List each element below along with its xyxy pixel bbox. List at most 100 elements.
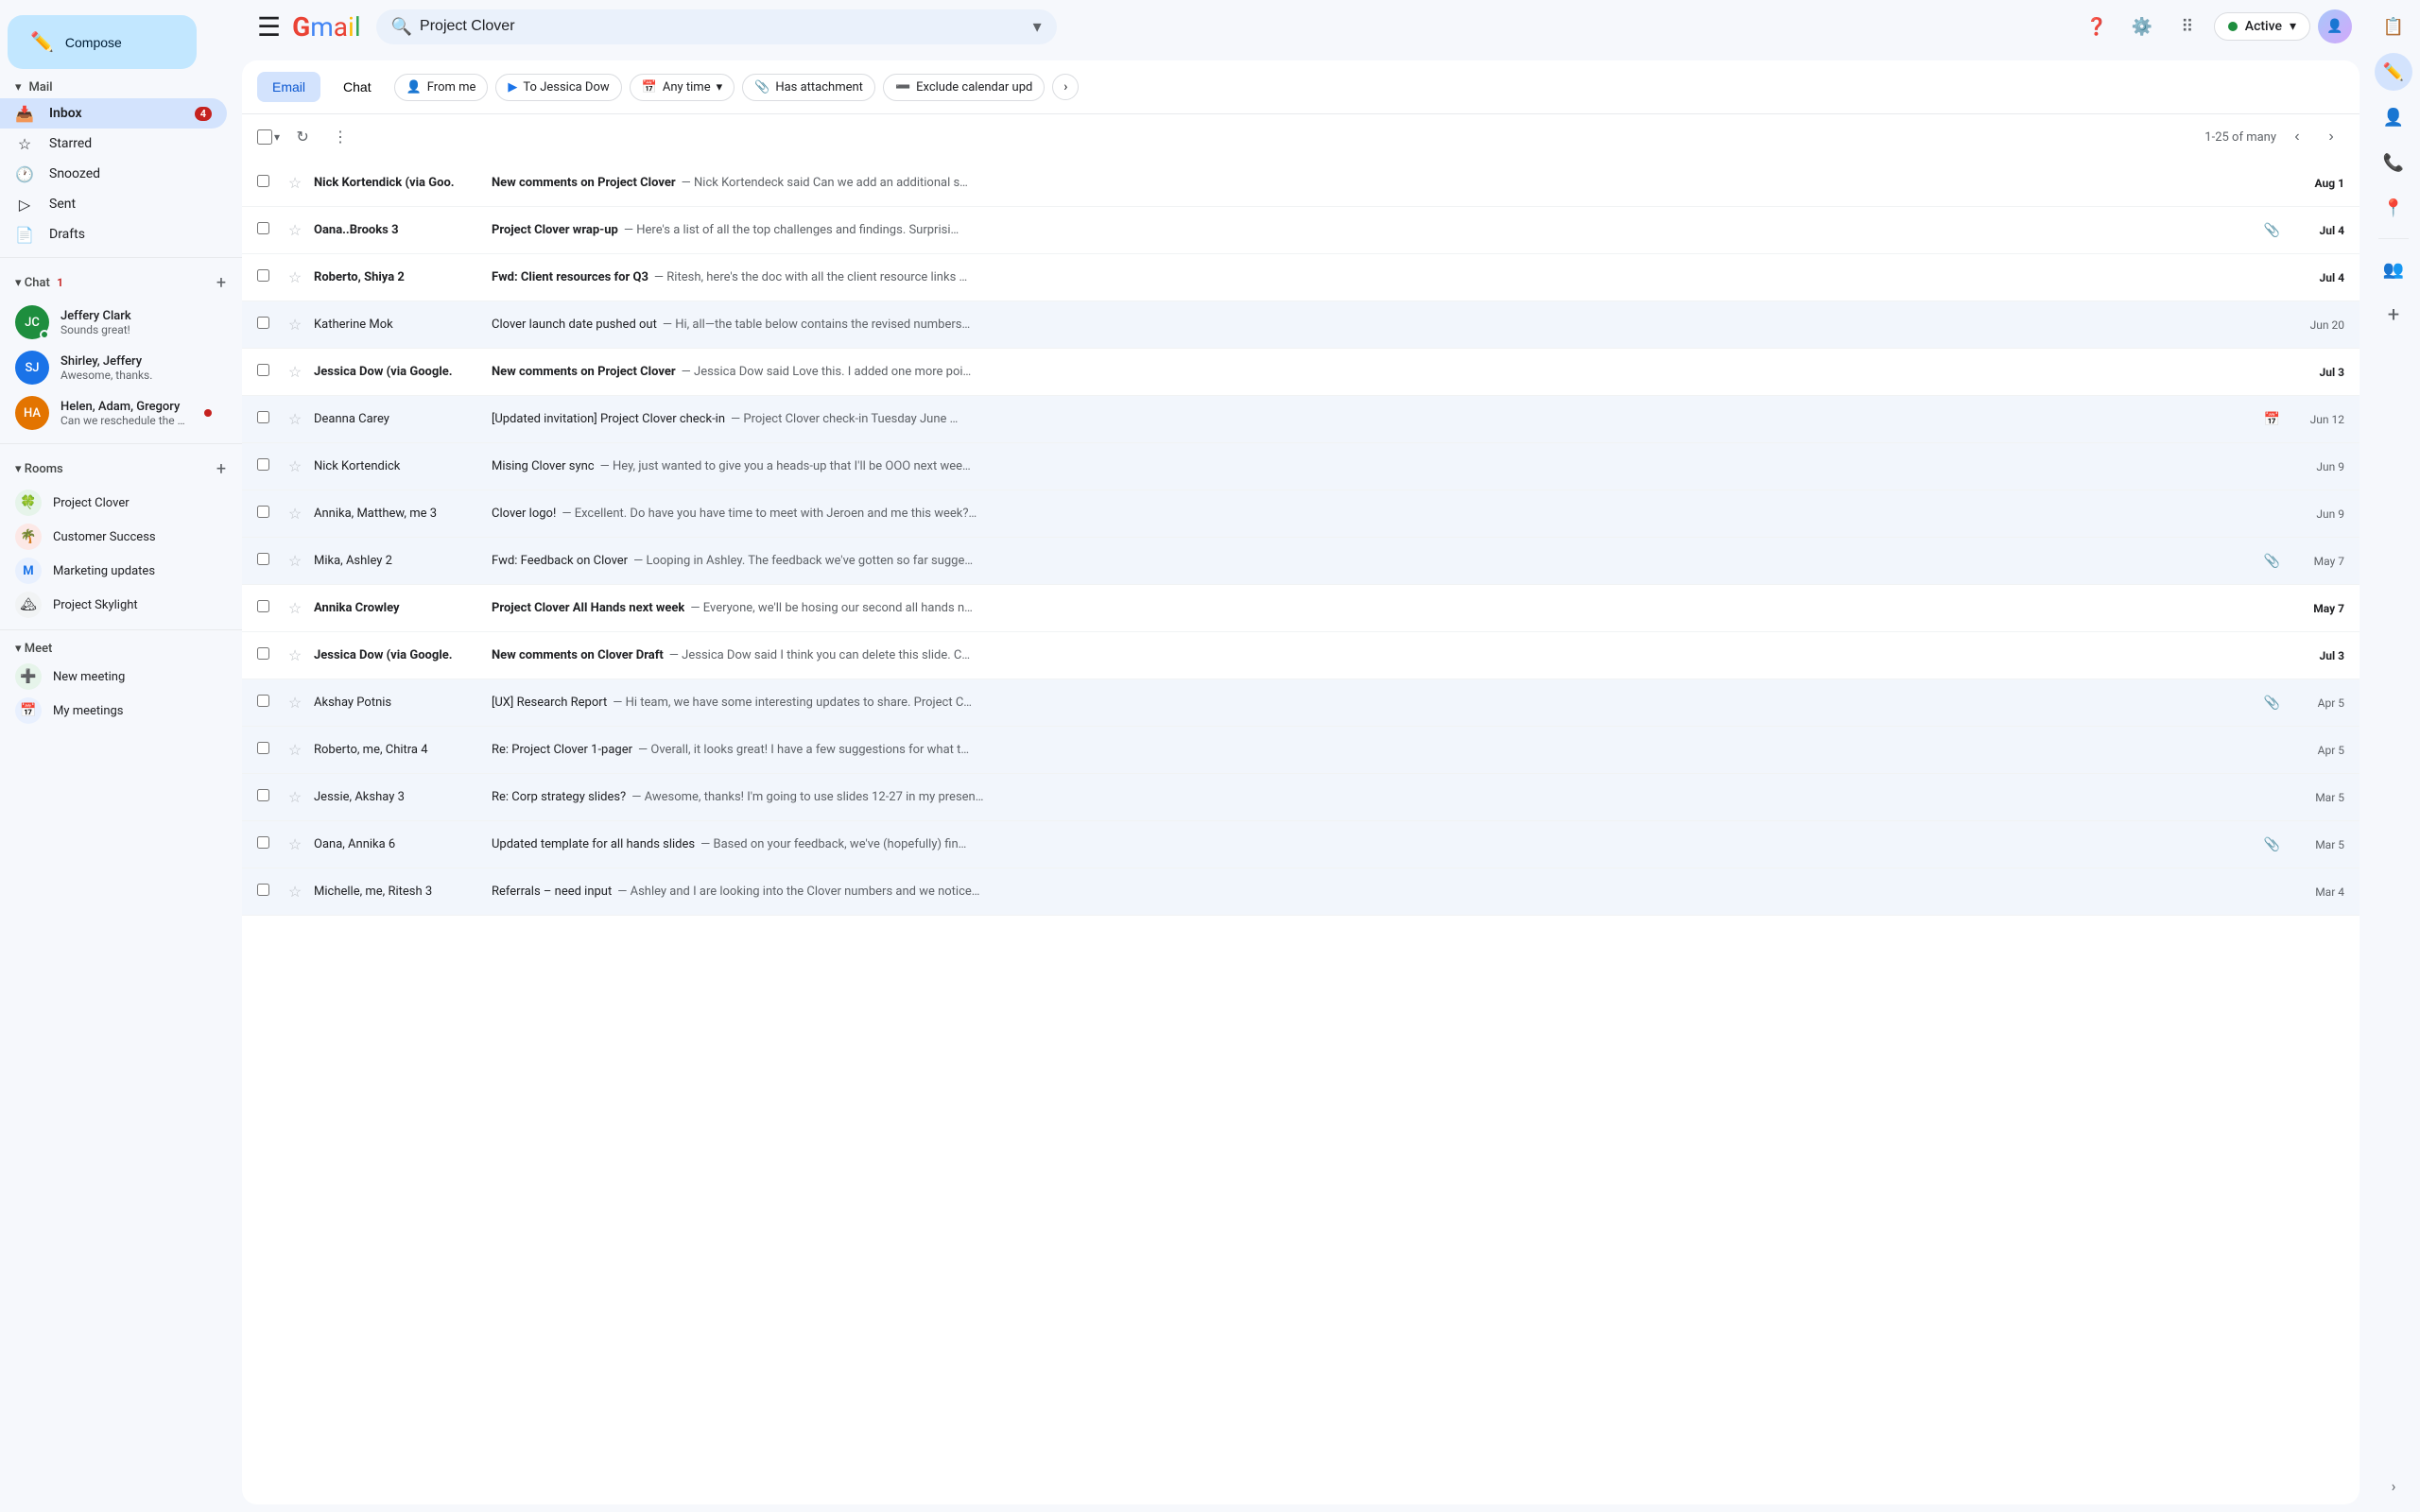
sidebar-item-my-meetings[interactable]: 📅 My meetings <box>0 694 227 728</box>
star-button-14[interactable]: ☆ <box>284 786 306 809</box>
row-checkbox-3[interactable] <box>257 269 276 285</box>
star-button-11[interactable]: ☆ <box>284 644 306 667</box>
chip-has-attachment[interactable]: 📎 Has attachment <box>742 74 875 101</box>
select-all-checkbox[interactable] <box>257 129 272 145</box>
email-row[interactable]: ☆ Jessica Dow (via Google. New comments … <box>242 632 2360 679</box>
chat-section-header[interactable]: ▾ Chat 1 + <box>0 266 242 300</box>
email-row[interactable]: ☆ Michelle, me, Ritesh 3 Referrals – nee… <box>242 868 2360 916</box>
meet-section-header[interactable]: ▾ Meet <box>0 638 242 660</box>
star-button-15[interactable]: ☆ <box>284 833 306 856</box>
email-row[interactable]: ☆ Annika, Matthew, me 3 Clover logo! — E… <box>242 490 2360 538</box>
row-checkbox-9[interactable] <box>257 553 276 569</box>
more-filters-button[interactable]: › <box>1052 74 1079 100</box>
settings-button[interactable]: ⚙️ <box>2123 8 2161 45</box>
chat-item-shirley[interactable]: SJ Shirley, Jeffery Awesome, thanks. <box>0 345 227 390</box>
search-dropdown-icon[interactable]: ▾ <box>1033 17 1042 37</box>
email-row[interactable]: ☆ Roberto, me, Chitra 4 Re: Project Clov… <box>242 727 2360 774</box>
select-all-wrapper[interactable]: ▾ <box>257 129 280 145</box>
row-checkbox-11[interactable] <box>257 647 276 663</box>
star-button-7[interactable]: ☆ <box>284 455 306 478</box>
search-bar[interactable]: 🔍 ▾ <box>376 9 1057 44</box>
email-row[interactable]: ☆ Nick Kortendick Mising Clover sync — H… <box>242 443 2360 490</box>
star-button-10[interactable]: ☆ <box>284 597 306 620</box>
row-checkbox-15[interactable] <box>257 836 276 852</box>
room-item-clover[interactable]: 🍀 Project Clover <box>0 486 227 520</box>
search-input[interactable] <box>420 18 1026 35</box>
next-page-button[interactable]: › <box>2318 124 2344 150</box>
add-room-button[interactable]: + <box>208 455 234 482</box>
help-button[interactable]: ❓ <box>2078 8 2116 45</box>
rooms-section-header[interactable]: ▾ Rooms + <box>0 452 242 486</box>
sidebar-item-inbox[interactable]: 📥 Inbox 4 <box>0 98 227 129</box>
right-icon-maps[interactable]: 📍 <box>2375 189 2412 227</box>
row-checkbox-7[interactable] <box>257 458 276 474</box>
star-button-6[interactable]: ☆ <box>284 408 306 431</box>
chip-from-me[interactable]: 👤 From me <box>394 74 489 101</box>
tab-chat[interactable]: Chat <box>328 72 387 102</box>
row-checkbox-1[interactable] <box>257 175 276 191</box>
email-row[interactable]: ☆ Mika, Ashley 2 Fwd: Feedback on Clover… <box>242 538 2360 585</box>
hamburger-icon[interactable]: ☰ <box>257 11 281 43</box>
email-row[interactable]: ☆ Deanna Carey [Updated invitation] Proj… <box>242 396 2360 443</box>
tab-email[interactable]: Email <box>257 72 320 102</box>
email-row[interactable]: ☆ Katherine Mok Clover launch date pushe… <box>242 301 2360 349</box>
email-row[interactable]: ☆ Nick Kortendick (via Goo. New comments… <box>242 160 2360 207</box>
email-row[interactable]: ☆ Annika Crowley Project Clover All Hand… <box>242 585 2360 632</box>
right-panel-expand[interactable]: › <box>2375 1467 2412 1504</box>
star-button-9[interactable]: ☆ <box>284 550 306 573</box>
chip-exclude-calendar[interactable]: ➖ Exclude calendar upd <box>883 74 1045 101</box>
star-button-5[interactable]: ☆ <box>284 361 306 384</box>
room-item-success[interactable]: 🌴 Customer Success <box>0 520 227 554</box>
right-icon-calendar[interactable]: ✏️ <box>2375 53 2412 91</box>
star-button-12[interactable]: ☆ <box>284 692 306 714</box>
compose-button[interactable]: ✏️ Compose <box>8 15 197 69</box>
row-checkbox-12[interactable] <box>257 695 276 711</box>
email-row[interactable]: ☆ Oana..Brooks 3 Project Clover wrap-up … <box>242 207 2360 254</box>
star-button-8[interactable]: ☆ <box>284 503 306 525</box>
sidebar-item-sent[interactable]: ▷ Sent <box>0 189 227 219</box>
right-icon-contacts[interactable]: 👤 <box>2375 98 2412 136</box>
sidebar-item-new-meeting[interactable]: ➕ New meeting <box>0 660 227 694</box>
email-row[interactable]: ☆ Oana, Annika 6 Updated template for al… <box>242 821 2360 868</box>
star-button-16[interactable]: ☆ <box>284 881 306 903</box>
email-row[interactable]: ☆ Akshay Potnis [UX] Research Report — H… <box>242 679 2360 727</box>
sidebar-item-snoozed[interactable]: 🕐 Snoozed <box>0 159 227 189</box>
chip-any-time[interactable]: 📅 Any time ▾ <box>630 74 735 101</box>
profile-picture[interactable]: 👤 <box>2318 9 2352 43</box>
row-checkbox-10[interactable] <box>257 600 276 616</box>
email-row[interactable]: ☆ Jessie, Akshay 3 Re: Corp strategy sli… <box>242 774 2360 821</box>
sidebar-item-drafts[interactable]: 📄 Drafts <box>0 219 227 249</box>
email-row[interactable]: ☆ Roberto, Shiya 2 Fwd: Client resources… <box>242 254 2360 301</box>
row-checkbox-4[interactable] <box>257 317 276 333</box>
star-button-3[interactable]: ☆ <box>284 266 306 289</box>
more-options-button[interactable]: ⋮ <box>325 122 355 152</box>
row-checkbox-5[interactable] <box>257 364 276 380</box>
select-dropdown-icon[interactable]: ▾ <box>274 130 280 144</box>
row-checkbox-13[interactable] <box>257 742 276 758</box>
row-checkbox-16[interactable] <box>257 884 276 900</box>
room-item-marketing[interactable]: M Marketing updates <box>0 554 227 588</box>
email-row[interactable]: ☆ Jessica Dow (via Google. New comments … <box>242 349 2360 396</box>
star-button-1[interactable]: ☆ <box>284 172 306 195</box>
star-button-2[interactable]: ☆ <box>284 219 306 242</box>
right-icon-tasks[interactable]: 📋 <box>2375 8 2412 45</box>
status-button[interactable]: Active ▾ <box>2214 12 2310 41</box>
chip-to-jessica[interactable]: ▶ To Jessica Dow <box>495 74 621 101</box>
row-checkbox-14[interactable] <box>257 789 276 805</box>
right-icon-people[interactable]: 👥 <box>2375 250 2412 288</box>
room-item-skylight[interactable]: 🏔 Project Skylight <box>0 588 227 622</box>
refresh-button[interactable]: ↻ <box>287 122 318 152</box>
star-button-4[interactable]: ☆ <box>284 314 306 336</box>
right-icon-add[interactable]: + <box>2375 296 2412 334</box>
prev-page-button[interactable]: ‹ <box>2284 124 2310 150</box>
right-icon-meet[interactable]: 📞 <box>2375 144 2412 181</box>
chat-item-helen[interactable]: HA Helen, Adam, Gregory Can we reschedul… <box>0 390 227 436</box>
row-checkbox-6[interactable] <box>257 411 276 427</box>
row-checkbox-8[interactable] <box>257 506 276 522</box>
sidebar-item-starred[interactable]: ☆ Starred <box>0 129 227 159</box>
apps-button[interactable]: ⠿ <box>2169 8 2206 45</box>
star-button-13[interactable]: ☆ <box>284 739 306 762</box>
row-checkbox-2[interactable] <box>257 222 276 238</box>
chat-item-jeffery[interactable]: JC Jeffery Clark Sounds great! <box>0 300 227 345</box>
mail-section-header[interactable]: ▾ Mail <box>0 77 242 98</box>
